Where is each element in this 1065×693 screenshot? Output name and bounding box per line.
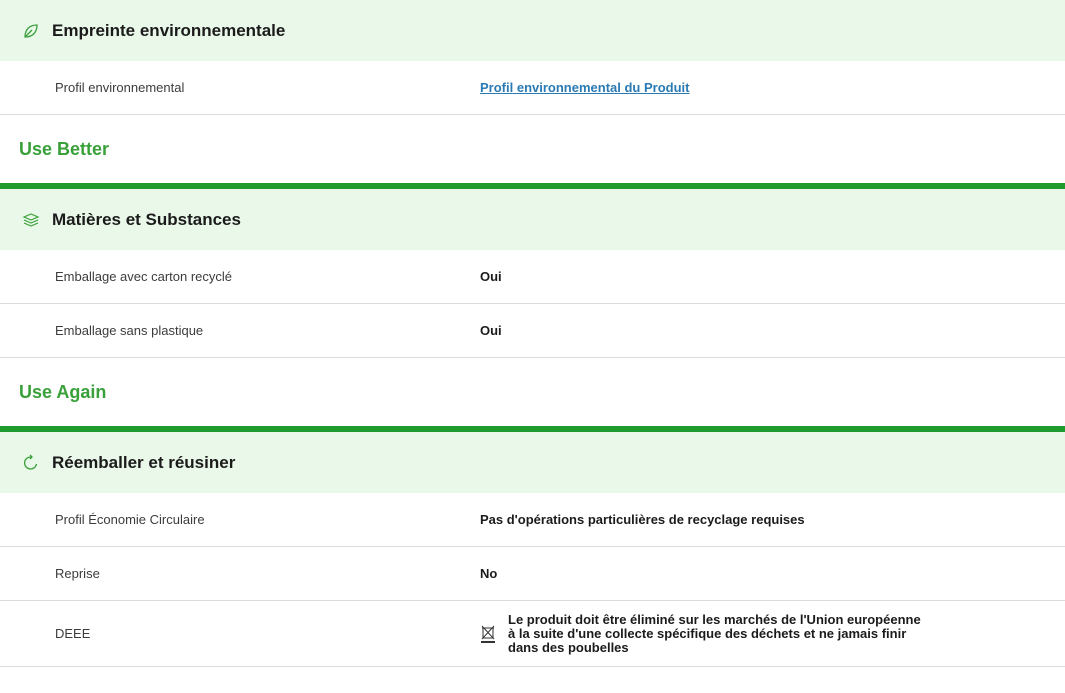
leaf-icon: [22, 22, 40, 40]
section-title: Réemballer et réusiner: [52, 452, 236, 472]
weee-bin-icon: [480, 624, 496, 644]
section-title: Empreinte environnementale: [52, 20, 286, 40]
deee-text: Le produit doit être éliminé sur les mar…: [508, 611, 921, 655]
section-header-matieres: Matières et Substances: [0, 189, 1065, 250]
row-label: Profil environnemental: [55, 80, 185, 95]
group-title-use-better: Use Better: [0, 115, 1065, 189]
row-label: Emballage avec carton recyclé: [55, 269, 233, 284]
table-row: Profil Économie Circulaire Pas d'opérati…: [0, 493, 1065, 547]
group-title-use-again: Use Again: [0, 358, 1065, 432]
row-value: Le produit doit être éliminé sur les mar…: [480, 611, 928, 655]
row-value: Pas d'opérations particulières de recycl…: [480, 512, 805, 527]
row-value: Oui: [480, 269, 502, 284]
table-row: Reprise No: [0, 547, 1065, 601]
row-value: No: [480, 566, 498, 581]
row-value: Profil environnemental du Produit: [480, 80, 689, 95]
profil-environnemental-link[interactable]: Profil environnemental du Produit: [480, 80, 689, 95]
row-label: DEEE: [55, 626, 91, 641]
row-value: Oui: [480, 323, 502, 338]
row-label: Profil Économie Circulaire: [55, 512, 205, 527]
refresh-icon: [22, 454, 40, 472]
layers-icon: [22, 211, 40, 229]
section-header-reemballer: Réemballer et réusiner: [0, 432, 1065, 493]
table-row: DEEE Le produit doit être éliminé sur le…: [0, 601, 1065, 667]
section-header-empreinte: Empreinte environnementale: [0, 0, 1065, 61]
row-label: Reprise: [55, 566, 100, 581]
table-row: Emballage sans plastique Oui: [0, 304, 1065, 358]
table-row: Emballage avec carton recyclé Oui: [0, 250, 1065, 304]
section-title: Matières et Substances: [52, 209, 241, 229]
table-row: Profil environnemental Profil environnem…: [0, 61, 1065, 115]
row-label: Emballage sans plastique: [55, 323, 204, 338]
